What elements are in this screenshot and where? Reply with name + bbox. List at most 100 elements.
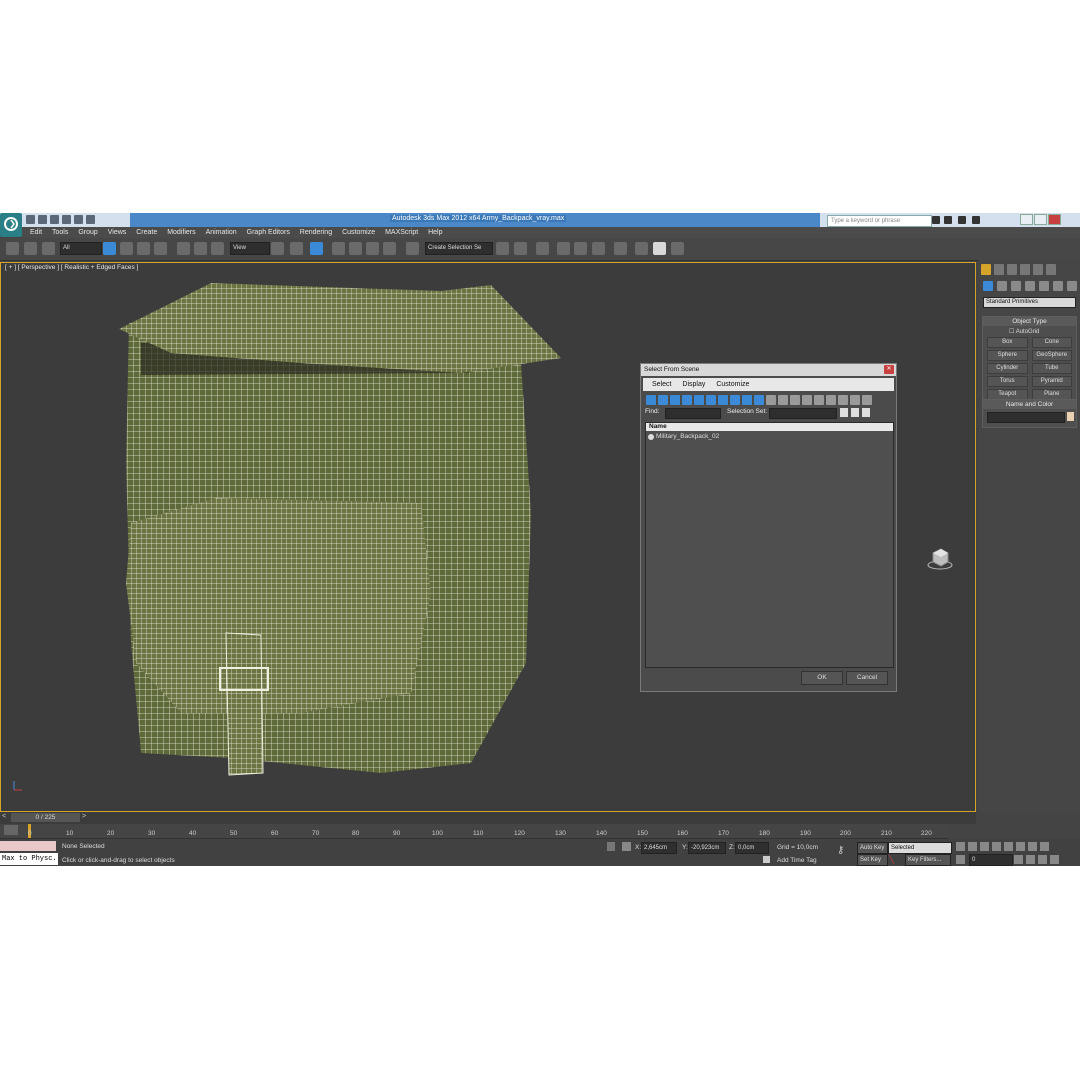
create-set-icon[interactable] <box>840 408 848 417</box>
y-coordinate-input[interactable]: -20,923cm <box>688 842 726 854</box>
rotate-icon[interactable] <box>194 242 207 255</box>
maxscript-mini-listener[interactable]: Max to Physc. <box>0 853 58 865</box>
auto-key-button[interactable]: Auto Key <box>857 842 888 854</box>
dialog-close-icon[interactable]: ✕ <box>884 365 894 374</box>
set-key-button[interactable]: Set Key <box>857 854 888 866</box>
lights-icon[interactable] <box>1011 281 1021 291</box>
mirror-icon[interactable] <box>496 242 509 255</box>
helpers-icon[interactable] <box>1039 281 1049 291</box>
display-tab-icon[interactable] <box>1033 264 1043 275</box>
menu-maxscript[interactable]: MAXScript <box>385 227 418 238</box>
default-in-out-tangent-icon[interactable]: ╲ <box>889 855 903 864</box>
go-to-start-icon[interactable] <box>956 842 965 851</box>
minimize-button[interactable] <box>1020 214 1033 225</box>
autogrid-checkbox[interactable]: ☐ AutoGrid <box>983 326 1076 335</box>
display-invert-icon[interactable] <box>814 395 824 405</box>
menu-rendering[interactable]: Rendering <box>300 227 332 238</box>
search-input[interactable]: Type a keyword or phrase <box>827 215 932 227</box>
absolute-mode-icon[interactable] <box>622 842 631 851</box>
play-icon[interactable] <box>980 842 989 851</box>
zoom-icon[interactable] <box>1028 842 1037 851</box>
pan-icon[interactable] <box>1016 842 1025 851</box>
dialog-menu-customize[interactable]: Customize <box>716 378 749 391</box>
open-file-icon[interactable] <box>38 215 47 224</box>
viewcube[interactable] <box>927 545 953 571</box>
menu-help[interactable]: Help <box>428 227 442 238</box>
name-and-color-title[interactable]: Name and Color <box>983 400 1076 409</box>
edit-named-selection-icon[interactable] <box>406 242 419 255</box>
window-crossing-icon[interactable] <box>154 242 167 255</box>
display-bones-icon[interactable] <box>742 395 752 405</box>
undo-icon[interactable] <box>62 215 71 224</box>
move-icon[interactable] <box>177 242 190 255</box>
angle-snap-icon[interactable] <box>349 242 362 255</box>
reference-coordinate-dropdown[interactable]: View <box>230 242 270 255</box>
menu-create[interactable]: Create <box>136 227 157 238</box>
remove-from-set-icon[interactable] <box>862 408 870 417</box>
project-folder-icon[interactable] <box>86 215 95 224</box>
add-to-set-icon[interactable] <box>851 408 859 417</box>
selection-set-dropdown[interactable] <box>769 408 837 419</box>
object-name-input[interactable] <box>987 412 1065 423</box>
key-mode-toggle-icon[interactable] <box>956 855 965 864</box>
display-geometry-icon[interactable] <box>646 395 656 405</box>
orbit-icon[interactable] <box>1038 855 1047 864</box>
next-frame-icon[interactable] <box>992 842 1001 851</box>
save-file-icon[interactable] <box>50 215 59 224</box>
zoom-all-icon[interactable] <box>1040 842 1049 851</box>
dialog-menu-display[interactable]: Display <box>682 378 705 391</box>
keyboard-shortcut-override-icon[interactable] <box>310 242 323 255</box>
selection-filter-dropdown[interactable]: All <box>60 242 102 255</box>
display-xrefs-icon[interactable] <box>730 395 740 405</box>
previous-frame-icon[interactable] <box>968 842 977 851</box>
motion-tab-icon[interactable] <box>1020 264 1030 275</box>
menu-tools[interactable]: Tools <box>52 227 68 238</box>
tube-button[interactable]: Tube <box>1031 363 1072 374</box>
menu-views[interactable]: Views <box>108 227 127 238</box>
cylinder-button[interactable]: Cylinder <box>987 363 1028 374</box>
field-of-view-icon[interactable] <box>1026 855 1035 864</box>
new-file-icon[interactable] <box>26 215 35 224</box>
cone-button[interactable]: Cone <box>1031 337 1072 348</box>
menu-edit[interactable]: Edit <box>30 227 42 238</box>
display-hidden-icon[interactable] <box>778 395 788 405</box>
maximize-button[interactable] <box>1034 214 1047 225</box>
object-type-title[interactable]: Object Type <box>983 317 1076 326</box>
render-setup-icon[interactable] <box>635 242 648 255</box>
select-by-name-icon[interactable] <box>120 242 133 255</box>
help-icon[interactable] <box>972 216 980 224</box>
go-to-end-icon[interactable] <box>1004 842 1013 851</box>
current-frame-input[interactable]: 0 <box>969 854 1013 866</box>
pivot-center-icon[interactable] <box>271 242 284 255</box>
graphite-ribbon-icon[interactable] <box>557 242 570 255</box>
display-frozen-icon[interactable] <box>766 395 776 405</box>
menu-graph-editors[interactable]: Graph Editors <box>247 227 290 238</box>
display-none-icon[interactable] <box>802 395 812 405</box>
display-cameras-icon[interactable] <box>682 395 692 405</box>
spinner-snap-icon[interactable] <box>383 242 396 255</box>
systems-icon[interactable] <box>1067 281 1077 291</box>
communication-center-icon[interactable] <box>944 216 952 224</box>
geosphere-button[interactable]: GeoSphere <box>1031 350 1072 361</box>
z-coordinate-input[interactable]: 0,0cm <box>735 842 769 854</box>
material-editor-icon[interactable] <box>614 242 627 255</box>
time-configuration-icon[interactable] <box>1014 855 1023 864</box>
menu-animation[interactable]: Animation <box>206 227 237 238</box>
geometry-icon[interactable] <box>983 281 993 291</box>
named-selection-set-dropdown[interactable]: Create Selection Se <box>425 242 493 255</box>
hierarchy-tab-icon[interactable] <box>1007 264 1017 275</box>
layer-manager-icon[interactable] <box>536 242 549 255</box>
x-coordinate-input[interactable]: 2,645cm <box>641 842 677 854</box>
display-shapes-icon[interactable] <box>658 395 668 405</box>
unlink-icon[interactable] <box>24 242 37 255</box>
primitive-category-dropdown[interactable]: Standard Primitives <box>983 297 1076 308</box>
space-warps-icon[interactable] <box>1053 281 1063 291</box>
time-tag-icon[interactable] <box>763 856 770 863</box>
utilities-tab-icon[interactable] <box>1046 264 1056 275</box>
ok-button[interactable]: OK <box>801 671 843 685</box>
create-tab-icon[interactable] <box>981 264 991 275</box>
favorites-star-icon[interactable] <box>958 216 966 224</box>
find-input[interactable] <box>665 408 721 419</box>
key-filters-button[interactable]: Key Filters... <box>905 854 951 866</box>
pyramid-button[interactable]: Pyramid <box>1031 376 1072 387</box>
